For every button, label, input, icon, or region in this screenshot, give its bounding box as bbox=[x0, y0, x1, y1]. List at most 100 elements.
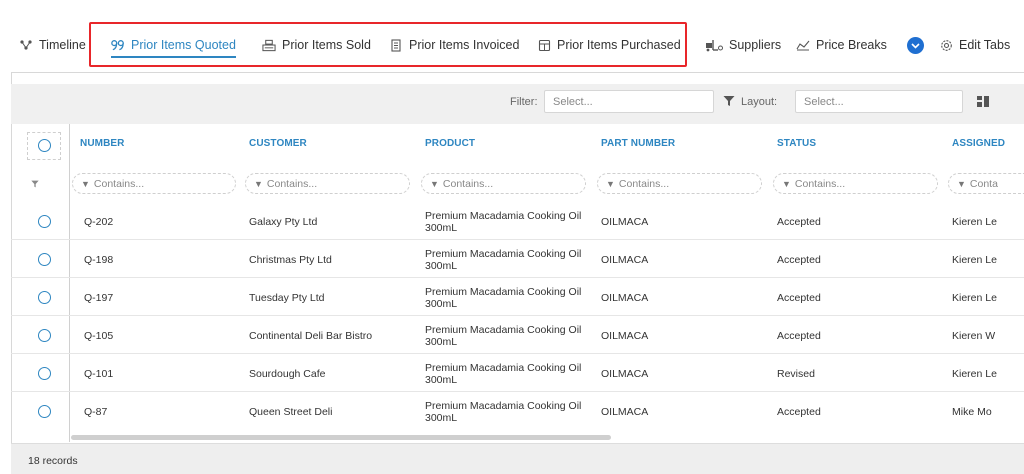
tab-label: Prior Items Sold bbox=[282, 38, 371, 52]
tab-bar: Timeline Prior Items Quoted Prior Items … bbox=[0, 0, 1024, 70]
filter-funnel-icon: ▼ bbox=[606, 179, 615, 189]
column-header-assigned[interactable]: ASSIGNED bbox=[952, 138, 1005, 149]
column-header-customer[interactable]: CUSTOMER bbox=[249, 138, 307, 149]
cell-status: Accepted bbox=[777, 406, 821, 418]
purchase-icon bbox=[537, 38, 551, 52]
row-checkbox[interactable] bbox=[38, 291, 51, 304]
filter-funnel-icon: ▼ bbox=[81, 179, 90, 189]
cell-assigned: Kieren Le bbox=[952, 292, 997, 304]
filter-number[interactable]: ▼ Contains... bbox=[72, 173, 236, 194]
cell-product: Premium Macadamia Cooking Oil 300mL bbox=[425, 210, 582, 234]
cell-status: Revised bbox=[777, 368, 815, 380]
cell-customer: Continental Deli Bar Bistro bbox=[249, 330, 373, 342]
filter-funnel-icon: ▼ bbox=[254, 179, 263, 189]
tab-prior-items-purchased[interactable]: Prior Items Purchased bbox=[537, 35, 681, 55]
invoice-icon bbox=[389, 38, 403, 52]
table-row[interactable]: Q-87 Queen Street Deli Premium Macadamia… bbox=[11, 392, 1024, 430]
column-header-product[interactable]: PRODUCT bbox=[425, 138, 475, 149]
cell-assigned: Kieren Le bbox=[952, 254, 997, 266]
cell-number: Q-101 bbox=[84, 368, 114, 380]
filter-select[interactable]: Select... bbox=[544, 90, 714, 113]
cell-number: Q-105 bbox=[84, 330, 114, 342]
row-checkbox[interactable] bbox=[38, 405, 51, 418]
grid-footer: 18 records bbox=[11, 443, 1024, 474]
table-row[interactable]: Q-198 Christmas Pty Ltd Premium Macadami… bbox=[11, 240, 1024, 278]
cell-status: Accepted bbox=[777, 330, 821, 342]
tab-prior-items-sold[interactable]: Prior Items Sold bbox=[262, 35, 371, 55]
cell-product: Premium Macadamia Cooking Oil 300mL bbox=[425, 286, 582, 310]
tab-label: Prior Items Quoted bbox=[131, 38, 236, 52]
cell-status: Accepted bbox=[777, 216, 821, 228]
horizontal-scrollbar[interactable] bbox=[71, 435, 611, 440]
row-checkbox[interactable] bbox=[38, 329, 51, 342]
cell-number: Q-198 bbox=[84, 254, 114, 266]
cell-assigned: Kieren Le bbox=[952, 368, 997, 380]
cell-assigned: Mike Mo bbox=[952, 406, 992, 418]
select-all-checkbox[interactable] bbox=[38, 139, 51, 152]
layout-select[interactable]: Select... bbox=[795, 90, 963, 113]
filter-label: Filter: bbox=[510, 96, 538, 108]
cell-status: Accepted bbox=[777, 292, 821, 304]
cell-product: Premium Macadamia Cooking Oil 300mL bbox=[425, 324, 582, 348]
tab-suppliers[interactable]: Suppliers bbox=[705, 35, 781, 55]
table-row[interactable]: Q-202 Galaxy Pty Ltd Premium Macadamia C… bbox=[11, 202, 1024, 240]
cell-customer: Christmas Pty Ltd bbox=[249, 254, 332, 266]
filter-product[interactable]: ▼ Contains... bbox=[421, 173, 586, 194]
forklift-icon bbox=[705, 38, 723, 52]
cell-part-number: OILMACA bbox=[601, 368, 649, 380]
tab-prior-items-invoiced[interactable]: Prior Items Invoiced bbox=[389, 35, 519, 55]
cell-number: Q-87 bbox=[84, 406, 108, 418]
cell-customer: Queen Street Deli bbox=[249, 406, 333, 418]
filter-customer[interactable]: ▼ Contains... bbox=[245, 173, 410, 194]
tab-label: Price Breaks bbox=[816, 38, 887, 52]
tab-label: Suppliers bbox=[729, 38, 782, 52]
cash-register-icon bbox=[262, 38, 276, 52]
tab-label: Prior Items Purchased bbox=[557, 38, 681, 52]
chart-line-icon bbox=[796, 38, 810, 52]
filter-part-number[interactable]: ▼ Contains... bbox=[597, 173, 762, 194]
layout-label: Layout: bbox=[741, 96, 778, 108]
gear-icon bbox=[939, 38, 953, 52]
cell-customer: Galaxy Pty Ltd bbox=[249, 216, 318, 228]
cell-status: Accepted bbox=[777, 254, 821, 266]
cell-number: Q-197 bbox=[84, 292, 114, 304]
tab-timeline[interactable]: Timeline bbox=[19, 35, 86, 55]
layout-columns-icon[interactable] bbox=[977, 96, 989, 107]
record-count: 18 records bbox=[28, 455, 78, 467]
filter-icon[interactable] bbox=[723, 95, 735, 107]
cell-part-number: OILMACA bbox=[601, 330, 649, 342]
row-checkbox[interactable] bbox=[38, 215, 51, 228]
cell-part-number: OILMACA bbox=[601, 216, 649, 228]
cell-customer: Sourdough Cafe bbox=[249, 368, 326, 380]
cell-product: Premium Macadamia Cooking Oil 300mL bbox=[425, 400, 582, 424]
table-row[interactable]: Q-101 Sourdough Cafe Premium Macadamia C… bbox=[11, 354, 1024, 392]
cell-number: Q-202 bbox=[84, 216, 114, 228]
table-row[interactable]: Q-197 Tuesday Pty Ltd Premium Macadamia … bbox=[11, 278, 1024, 316]
tab-price-breaks[interactable]: Price Breaks bbox=[796, 35, 887, 55]
column-header-status[interactable]: STATUS bbox=[777, 138, 816, 149]
edit-tabs-button[interactable]: Edit Tabs bbox=[939, 35, 1010, 55]
filter-assigned[interactable]: ▼ Conta bbox=[948, 173, 1024, 194]
filter-funnel-icon: ▼ bbox=[782, 179, 791, 189]
edit-tabs-label: Edit Tabs bbox=[959, 38, 1011, 52]
more-tabs-button[interactable] bbox=[907, 37, 924, 54]
table-row[interactable]: Q-105 Continental Deli Bar Bistro Premiu… bbox=[11, 316, 1024, 354]
tab-label: Prior Items Invoiced bbox=[409, 38, 520, 52]
tab-label: Timeline bbox=[39, 38, 86, 52]
cell-assigned: Kieren W bbox=[952, 330, 996, 342]
chevron-down-icon bbox=[911, 42, 920, 49]
tab-prior-items-quoted[interactable]: Prior Items Quoted bbox=[111, 35, 236, 58]
row-checkbox[interactable] bbox=[38, 253, 51, 266]
column-header-part-number[interactable]: PART NUMBER bbox=[601, 138, 675, 149]
quote-icon bbox=[111, 38, 125, 52]
cell-product: Premium Macadamia Cooking Oil 300mL bbox=[425, 248, 582, 272]
cell-customer: Tuesday Pty Ltd bbox=[249, 292, 325, 304]
cell-assigned: Kieren Le bbox=[952, 216, 997, 228]
active-tab-indicator bbox=[111, 56, 236, 58]
cell-part-number: OILMACA bbox=[601, 406, 649, 418]
row-filter-icon[interactable] bbox=[31, 180, 39, 188]
row-checkbox[interactable] bbox=[38, 367, 51, 380]
column-header-number[interactable]: NUMBER bbox=[80, 138, 125, 149]
cell-product: Premium Macadamia Cooking Oil 300mL bbox=[425, 362, 582, 386]
filter-status[interactable]: ▼ Contains... bbox=[773, 173, 938, 194]
